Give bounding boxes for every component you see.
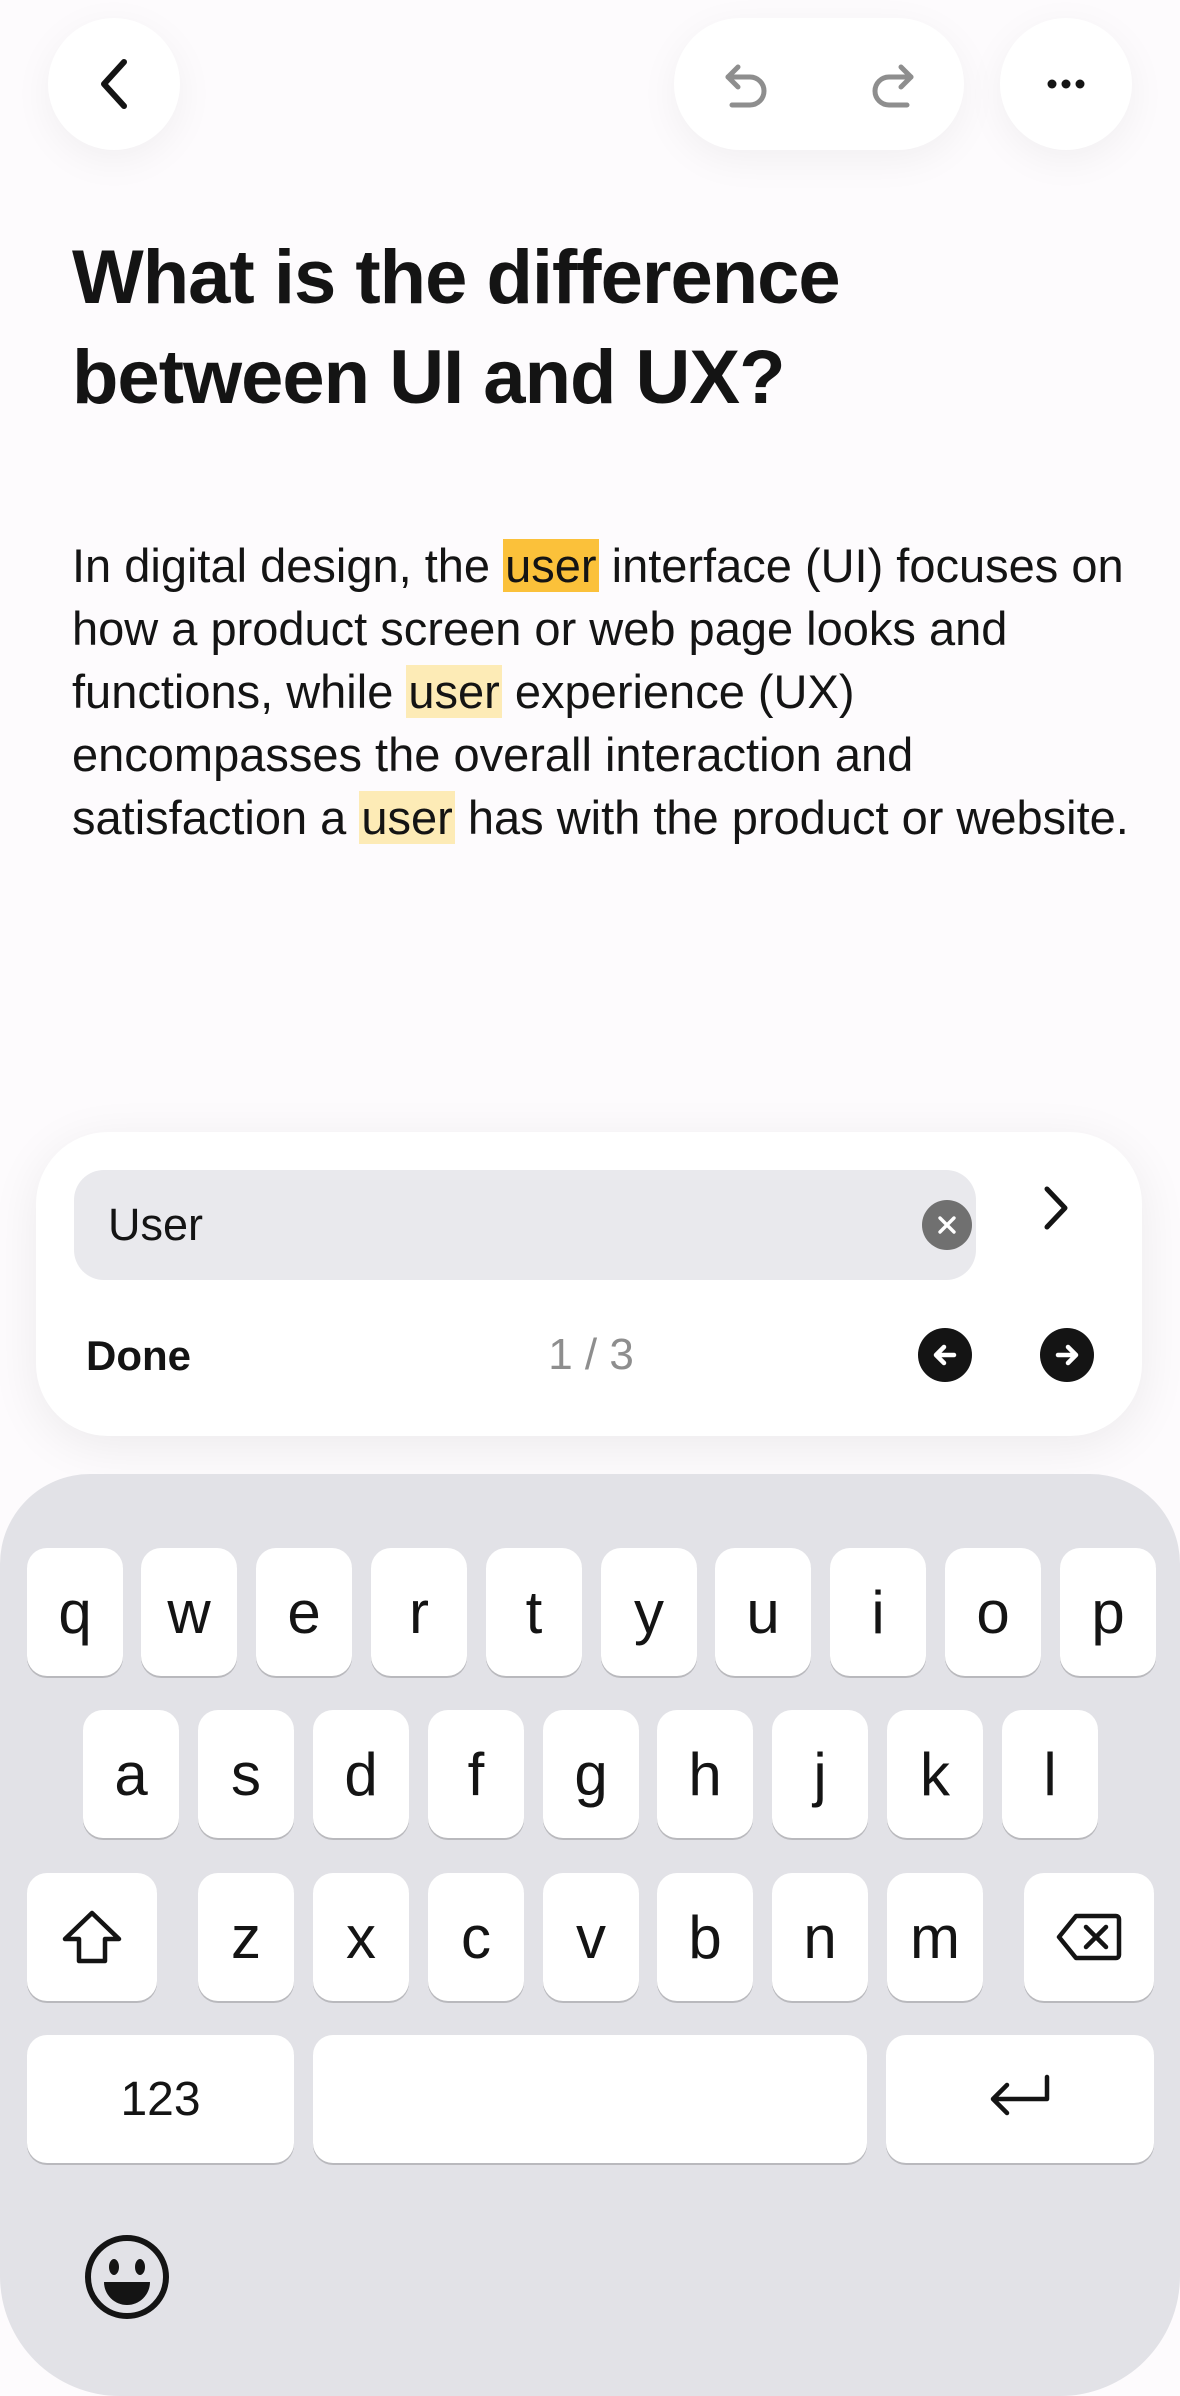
back-button[interactable]	[48, 18, 180, 150]
arrow-right-circle-icon	[1055, 1344, 1079, 1366]
return-icon	[990, 2074, 1050, 2116]
match-counter: 1 / 3	[548, 1330, 634, 1379]
key-g[interactable]: g	[543, 1710, 639, 1838]
shift-key[interactable]	[27, 1873, 157, 2001]
key-s[interactable]: s	[198, 1710, 294, 1838]
key-t[interactable]: t	[486, 1548, 582, 1676]
backspace-icon	[1056, 1913, 1122, 1961]
key-c[interactable]: c	[428, 1873, 524, 2001]
key-b[interactable]: b	[657, 1873, 753, 2001]
undo-icon	[725, 64, 766, 108]
key-h[interactable]: h	[657, 1710, 753, 1838]
key-y[interactable]: y	[601, 1548, 697, 1676]
key-k[interactable]: k	[887, 1710, 983, 1838]
arrow-left-circle-icon	[933, 1344, 957, 1366]
key-a[interactable]: a	[83, 1710, 179, 1838]
key-n[interactable]: n	[772, 1873, 868, 2001]
more-horizontal-icon	[1047, 79, 1085, 89]
search-match: user	[406, 665, 502, 718]
key-w[interactable]: w	[141, 1548, 237, 1676]
key-r[interactable]: r	[371, 1548, 467, 1676]
numbers-key[interactable]: 123	[27, 2035, 294, 2163]
next-match-button[interactable]	[1040, 1328, 1094, 1382]
undo-button[interactable]	[674, 18, 819, 150]
key-o[interactable]: o	[945, 1548, 1041, 1676]
previous-match-button[interactable]	[918, 1328, 972, 1382]
chevron-right-icon	[1044, 1186, 1068, 1230]
key-l[interactable]: l	[1002, 1710, 1098, 1838]
more-button[interactable]	[1000, 18, 1132, 150]
key-f[interactable]: f	[428, 1710, 524, 1838]
redo-icon	[872, 64, 913, 108]
key-z[interactable]: z	[198, 1873, 294, 2001]
body-text-segment: has with the product or website.	[454, 791, 1129, 844]
key-m[interactable]: m	[887, 1873, 983, 2001]
emoji-icon[interactable]	[82, 2232, 172, 2322]
document-title: What is the difference between UI and UX…	[72, 235, 841, 420]
submit-search-button[interactable]	[1026, 1178, 1086, 1238]
key-p[interactable]: p	[1060, 1548, 1156, 1676]
search-match: user	[359, 791, 455, 844]
document-body[interactable]: In digital design, the user interface (U…	[72, 534, 1132, 849]
key-d[interactable]: d	[313, 1710, 409, 1838]
history-controls	[674, 18, 964, 150]
backspace-key[interactable]	[1024, 1873, 1154, 2001]
key-j[interactable]: j	[772, 1710, 868, 1838]
find-input[interactable]	[108, 1170, 888, 1280]
key-x[interactable]: x	[313, 1873, 409, 2001]
chevron-left-icon	[101, 59, 127, 109]
key-q[interactable]: q	[27, 1548, 123, 1676]
key-v[interactable]: v	[543, 1873, 639, 2001]
return-key[interactable]	[886, 2035, 1154, 2163]
shift-icon	[62, 1910, 122, 1964]
key-u[interactable]: u	[715, 1548, 811, 1676]
search-match-current: user	[503, 539, 599, 592]
redo-button[interactable]	[819, 18, 964, 150]
key-e[interactable]: e	[256, 1548, 352, 1676]
find-field[interactable]	[74, 1170, 976, 1280]
clear-search-button[interactable]	[922, 1200, 972, 1250]
done-button[interactable]: Done	[86, 1332, 191, 1380]
key-i[interactable]: i	[830, 1548, 926, 1676]
space-key[interactable]	[313, 2035, 867, 2163]
find-panel: Done 1 / 3	[36, 1132, 1142, 1436]
body-text-segment: In digital design, the	[72, 539, 504, 592]
clear-icon	[938, 1216, 956, 1234]
